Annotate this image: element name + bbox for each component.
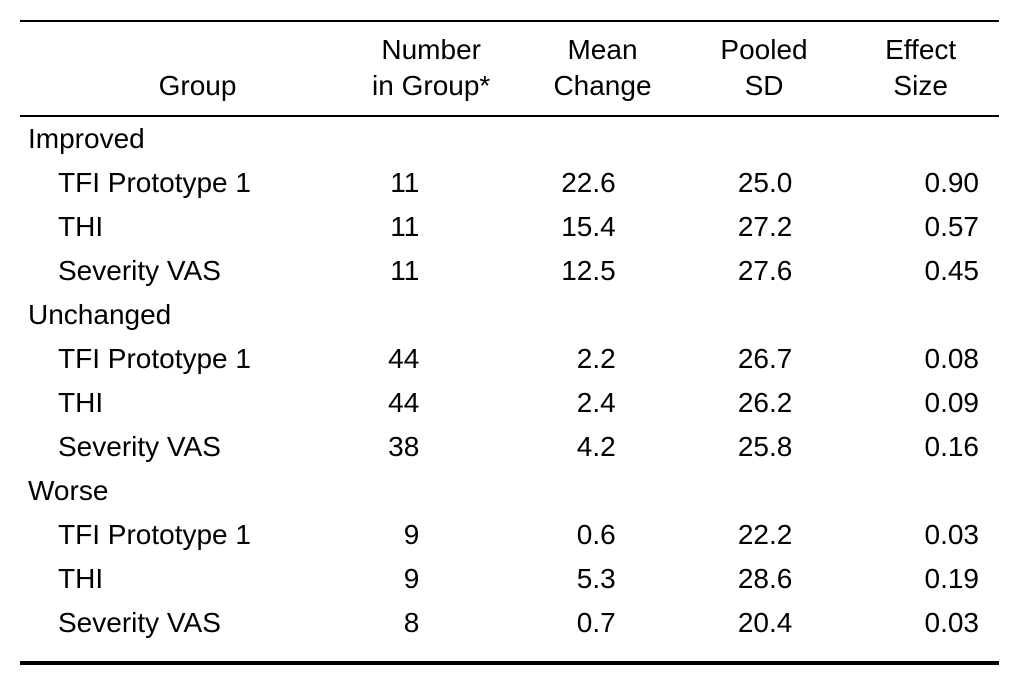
header-number: Number in Group*	[343, 21, 519, 116]
row-mean: 4.2	[519, 425, 685, 469]
row-label: TFI Prototype 1	[20, 337, 343, 381]
header-es-l1: Effect	[885, 34, 956, 65]
table-row: TFI Prototype 1 9 0.6 22.2 0.03	[20, 513, 999, 557]
section-improved: Improved TFI Prototype 1 11 22.6 25.0 0.…	[20, 116, 999, 293]
row-label: TFI Prototype 1	[20, 161, 343, 205]
table-row: Severity VAS 38 4.2 25.8 0.16	[20, 425, 999, 469]
row-label: THI	[20, 205, 343, 249]
row-mean: 15.4	[519, 205, 685, 249]
row-label: TFI Prototype 1	[20, 513, 343, 557]
section-header: Unchanged	[20, 293, 999, 337]
header-number-l2: in Group*	[372, 70, 490, 101]
effect-size-table: Group Number in Group* Mean Change Poole…	[20, 20, 999, 665]
row-es: 0.08	[842, 337, 999, 381]
row-label: THI	[20, 381, 343, 425]
row-es: 0.16	[842, 425, 999, 469]
row-es: 0.03	[842, 601, 999, 645]
table-row: Severity VAS 8 0.7 20.4 0.03	[20, 601, 999, 645]
section-header: Worse	[20, 469, 999, 513]
table-header-row: Group Number in Group* Mean Change Poole…	[20, 21, 999, 116]
row-mean: 0.7	[519, 601, 685, 645]
row-sd: 27.2	[686, 205, 843, 249]
row-label: Severity VAS	[20, 425, 343, 469]
row-n: 38	[343, 425, 519, 469]
row-n: 44	[343, 337, 519, 381]
row-sd: 25.8	[686, 425, 843, 469]
table-row: TFI Prototype 1 11 22.6 25.0 0.90	[20, 161, 999, 205]
row-mean: 5.3	[519, 557, 685, 601]
header-es: Effect Size	[842, 21, 999, 116]
row-label: THI	[20, 557, 343, 601]
row-sd: 28.6	[686, 557, 843, 601]
row-n: 11	[343, 161, 519, 205]
row-sd: 26.7	[686, 337, 843, 381]
row-mean: 2.4	[519, 381, 685, 425]
row-sd: 27.6	[686, 249, 843, 293]
row-es: 0.19	[842, 557, 999, 601]
header-group-text: Group	[159, 70, 237, 101]
header-mean: Mean Change	[519, 21, 685, 116]
spacer-row	[20, 645, 999, 663]
row-n: 8	[343, 601, 519, 645]
header-mean-l1: Mean	[567, 34, 637, 65]
row-sd: 20.4	[686, 601, 843, 645]
section-name: Improved	[20, 116, 999, 161]
section-name: Worse	[20, 469, 999, 513]
row-sd: 25.0	[686, 161, 843, 205]
row-label: Severity VAS	[20, 249, 343, 293]
table-row: Severity VAS 11 12.5 27.6 0.45	[20, 249, 999, 293]
row-sd: 26.2	[686, 381, 843, 425]
data-table: Group Number in Group* Mean Change Poole…	[20, 20, 999, 665]
row-es: 0.57	[842, 205, 999, 249]
table-row: THI 11 15.4 27.2 0.57	[20, 205, 999, 249]
row-es: 0.09	[842, 381, 999, 425]
table-row: THI 44 2.4 26.2 0.09	[20, 381, 999, 425]
row-es: 0.03	[842, 513, 999, 557]
row-n: 11	[343, 249, 519, 293]
header-sd-l1: Pooled	[720, 34, 807, 65]
section-unchanged: Unchanged TFI Prototype 1 44 2.2 26.7 0.…	[20, 293, 999, 469]
row-n: 11	[343, 205, 519, 249]
row-mean: 0.6	[519, 513, 685, 557]
section-header: Improved	[20, 116, 999, 161]
row-sd: 22.2	[686, 513, 843, 557]
row-n: 9	[343, 557, 519, 601]
row-n: 44	[343, 381, 519, 425]
row-mean: 12.5	[519, 249, 685, 293]
row-mean: 2.2	[519, 337, 685, 381]
header-mean-l2: Change	[553, 70, 651, 101]
row-mean: 22.6	[519, 161, 685, 205]
header-number-l1: Number	[381, 34, 481, 65]
row-es: 0.45	[842, 249, 999, 293]
header-sd: Pooled SD	[686, 21, 843, 116]
header-group: Group	[20, 21, 343, 116]
section-name: Unchanged	[20, 293, 999, 337]
header-sd-l2: SD	[745, 70, 784, 101]
section-worse: Worse TFI Prototype 1 9 0.6 22.2 0.03 TH…	[20, 469, 999, 663]
table-row: TFI Prototype 1 44 2.2 26.7 0.08	[20, 337, 999, 381]
row-n: 9	[343, 513, 519, 557]
row-label: Severity VAS	[20, 601, 343, 645]
table-row: THI 9 5.3 28.6 0.19	[20, 557, 999, 601]
header-es-l2: Size	[893, 70, 947, 101]
row-es: 0.90	[842, 161, 999, 205]
